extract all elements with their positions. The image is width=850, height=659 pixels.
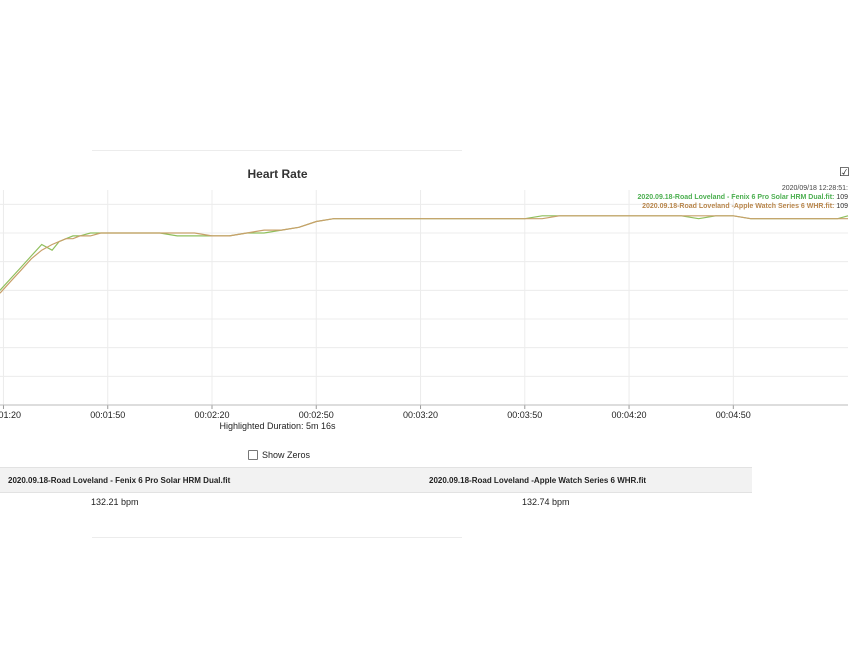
stats-table-header: 2020.09.18-Road Loveland - Fenix 6 Pro S…	[0, 467, 752, 493]
chart-tooltip: 2020/09/18 12:28:51: 2020.09.18-Road Lov…	[638, 184, 848, 211]
x-tick-label: 00:02:50	[299, 410, 334, 420]
x-tick-label: 00:04:50	[716, 410, 751, 420]
tooltip-series1-value: 109	[836, 194, 848, 201]
x-tick-label: 00:03:20	[403, 410, 438, 420]
tooltip-series1-label: 2020.09.18-Road Loveland - Fenix 6 Pro S…	[637, 194, 835, 201]
highlighted-duration: Highlighted Duration: 5m 16s	[219, 421, 336, 431]
heart-rate-chart[interactable]: 00:01:20 00:01:50 00:02:20 00:02:50 00:03:20…	[0, 0, 850, 440]
x-tick-label: 00:01:50	[90, 410, 125, 420]
x-tick-label: 00:01:20	[0, 410, 21, 420]
stats-col2-header: 2020.09.18-Road Loveland -Apple Watch Se…	[429, 476, 647, 485]
tooltip-series2-value: 109	[836, 203, 848, 210]
x-axis: 00:01:20 00:01:50 00:02:20 00:02:50 00:03:20…	[0, 404, 848, 420]
series-layer	[0, 215, 849, 294]
chart-grid	[0, 190, 848, 406]
stats-col1-header: 2020.09.18-Road Loveland - Fenix 6 Pro S…	[8, 476, 231, 485]
series-line-1	[0, 215, 849, 291]
bottom-divider	[92, 537, 462, 538]
series-line-2	[0, 215, 848, 294]
show-zeros-toggle[interactable]: Show Zeros	[248, 450, 310, 460]
stats-col2-value: 132.74 bpm	[522, 497, 570, 507]
x-tick-label: 00:02:20	[194, 410, 229, 420]
tooltip-series2-label: 2020.09.18-Road Loveland -Apple Watch Se…	[642, 203, 835, 210]
x-tick-label: 00:04:20	[612, 410, 647, 420]
tooltip-time: 2020/09/18 12:28:51:	[781, 185, 848, 192]
stats-col1-value: 132.21 bpm	[91, 497, 139, 507]
show-zeros-label: Show Zeros	[262, 450, 311, 460]
x-tick-label: 00:03:50	[507, 410, 542, 420]
show-zeros-checkbox[interactable]	[248, 450, 258, 460]
